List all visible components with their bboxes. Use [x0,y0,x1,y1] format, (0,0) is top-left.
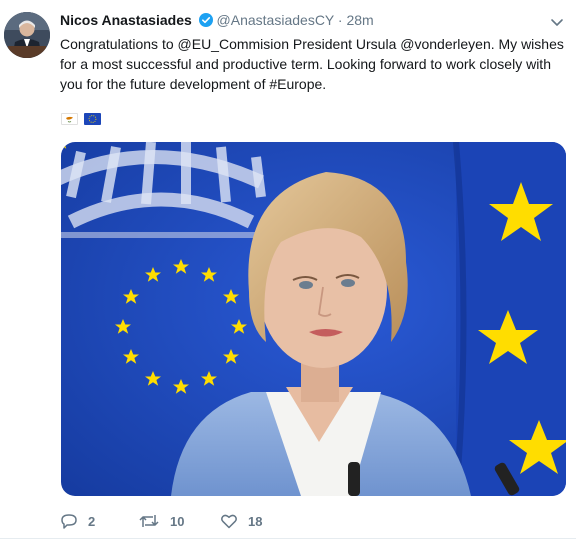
timestamp[interactable]: 28m [346,12,373,28]
reply-button[interactable]: 2 [60,511,95,531]
chevron-down-icon[interactable] [549,14,565,30]
separator-dot: · [337,12,343,28]
tweet-text-line: for a most successful and productive ter… [60,56,551,72]
like-count: 18 [248,513,263,529]
tweet-card[interactable]: Nicos Anastasiades @AnastasiadesCY · 28m… [0,0,576,539]
like-button[interactable]: 18 [220,511,262,531]
reply-icon [61,514,77,529]
retweet-count: 10 [170,513,185,529]
retweet-icon [139,515,159,527]
cyprus-flag-icon [61,113,78,125]
tweet-text: Congratulations to @EU_Commision Preside… [60,34,564,94]
verified-badge-icon [198,13,213,30]
author-handle[interactable]: @AnastasiadesCY [217,12,334,28]
reply-count: 2 [88,513,96,529]
avatar[interactable] [4,12,50,58]
heart-icon [221,514,237,529]
retweet-button[interactable]: 10 [138,511,184,531]
tweet-photo[interactable] [61,142,566,496]
author-name[interactable]: Nicos Anastasiades [60,12,192,28]
tweet-header: Nicos Anastasiades @AnastasiadesCY · 28m [60,12,374,30]
eu-flag-icon [84,113,101,125]
tweet-text-line: Congratulations to @EU_Commision Preside… [60,36,564,52]
tweet-text-line: you for the future development of #Europ… [60,76,327,92]
